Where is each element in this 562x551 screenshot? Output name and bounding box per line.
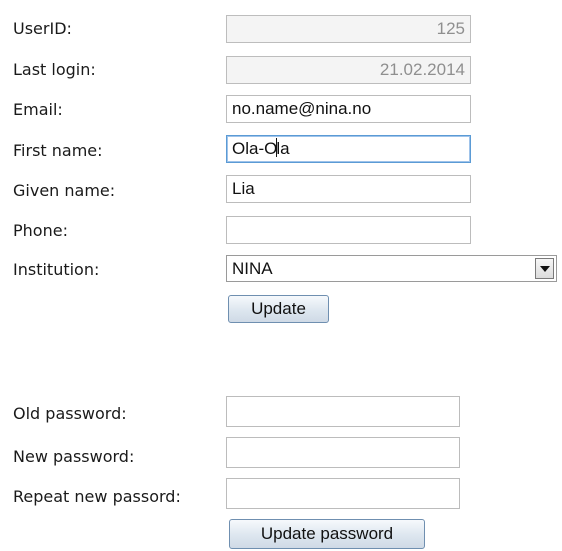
given-name-label: Given name: (13, 181, 116, 200)
new-password-input[interactable] (226, 437, 460, 468)
last-login-field: 21.02.2014 (226, 56, 471, 84)
update-button[interactable]: Update (228, 295, 329, 323)
first-name-value-after-caret: la (276, 139, 290, 158)
institution-selected-value: NINA (232, 259, 273, 278)
last-login-label: Last login: (13, 60, 96, 79)
phone-input[interactable] (226, 216, 471, 244)
user-profile-form: UserID: 125 Last login: 21.02.2014 Email… (0, 0, 562, 551)
given-name-input[interactable]: Lia (226, 175, 471, 203)
first-name-label: First name: (13, 141, 103, 160)
repeat-password-input[interactable] (226, 478, 460, 509)
chevron-down-icon[interactable] (535, 258, 554, 279)
email-input[interactable]: no.name@nina.no (226, 95, 471, 123)
repeat-password-label: Repeat new passord: (13, 487, 181, 506)
email-label: Email: (13, 100, 63, 119)
update-password-button[interactable]: Update password (229, 519, 425, 549)
phone-label: Phone: (13, 221, 68, 240)
old-password-input[interactable] (226, 396, 460, 427)
last-login-value: 21.02.2014 (379, 60, 465, 79)
userid-value: 125 (436, 19, 465, 38)
first-name-value-before-caret: Ola-O (232, 139, 278, 158)
userid-label: UserID: (13, 19, 72, 38)
institution-select[interactable]: NINA (226, 255, 557, 282)
email-value: no.name@nina.no (232, 99, 372, 118)
institution-label: Institution: (13, 260, 100, 279)
given-name-value: Lia (232, 179, 255, 198)
new-password-label: New password: (13, 447, 135, 466)
first-name-input[interactable]: Ola-Ola (226, 135, 471, 163)
userid-field: 125 (226, 15, 471, 43)
old-password-label: Old password: (13, 404, 127, 423)
